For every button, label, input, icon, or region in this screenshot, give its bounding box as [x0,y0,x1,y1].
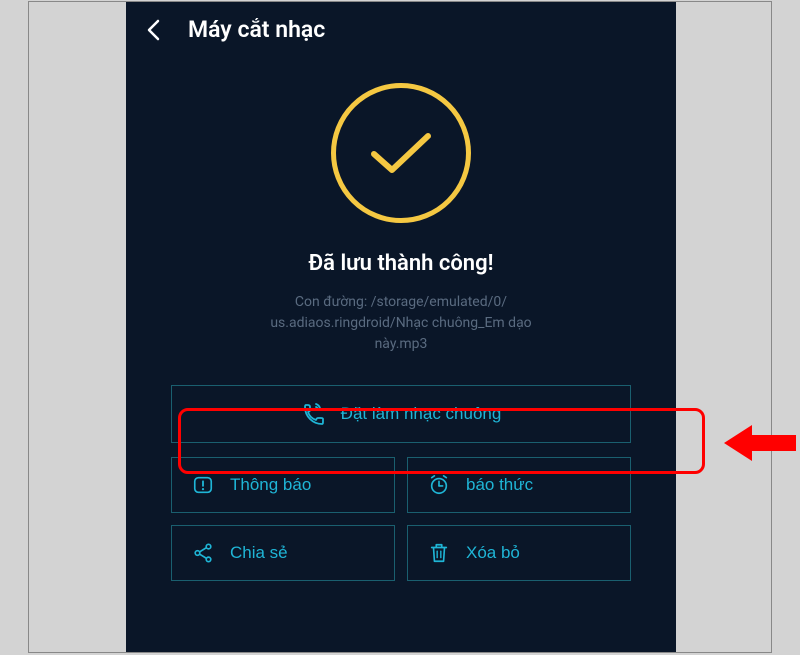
success-content: Đã lưu thành công! Con đường: /storage/e… [126,53,676,593]
delete-label: Xóa bỏ [466,543,520,563]
delete-button[interactable]: Xóa bỏ [407,525,631,581]
file-path: Con đường: /storage/emulated/0/ us.adiao… [270,292,531,355]
alarm-button[interactable]: báo thức [407,457,631,513]
action-row-1: Thông báo báo thức [171,457,631,513]
app-header: Máy cắt nhạc [126,2,676,53]
notification-icon [192,474,214,496]
share-icon [192,542,214,564]
alarm-label: báo thức [466,475,533,495]
set-ringtone-button[interactable]: Đặt làm nhạc chuông [171,385,631,443]
alarm-icon [428,474,450,496]
phone-screen: Máy cắt nhạc Đã lưu thành công! Con đườn… [126,2,676,652]
set-ringtone-label: Đặt làm nhạc chuông [341,404,502,424]
checkmark-icon [366,128,436,178]
trash-icon [428,542,450,564]
share-label: Chia sẻ [230,543,288,563]
action-row-2: Chia sẻ Xóa bỏ [171,525,631,581]
share-button[interactable]: Chia sẻ [171,525,395,581]
tutorial-arrow-icon [724,423,796,463]
success-circle [331,83,471,223]
success-message: Đã lưu thành công! [309,251,494,276]
notification-label: Thông báo [230,475,311,495]
notification-button[interactable]: Thông báo [171,457,395,513]
page-title: Máy cắt nhạc [188,16,325,43]
back-icon[interactable] [146,19,160,41]
actions-container: Đặt làm nhạc chuông Thông báo [166,385,636,593]
tutorial-frame: Máy cắt nhạc Đã lưu thành công! Con đườn… [28,1,772,653]
phone-icon [301,402,325,426]
